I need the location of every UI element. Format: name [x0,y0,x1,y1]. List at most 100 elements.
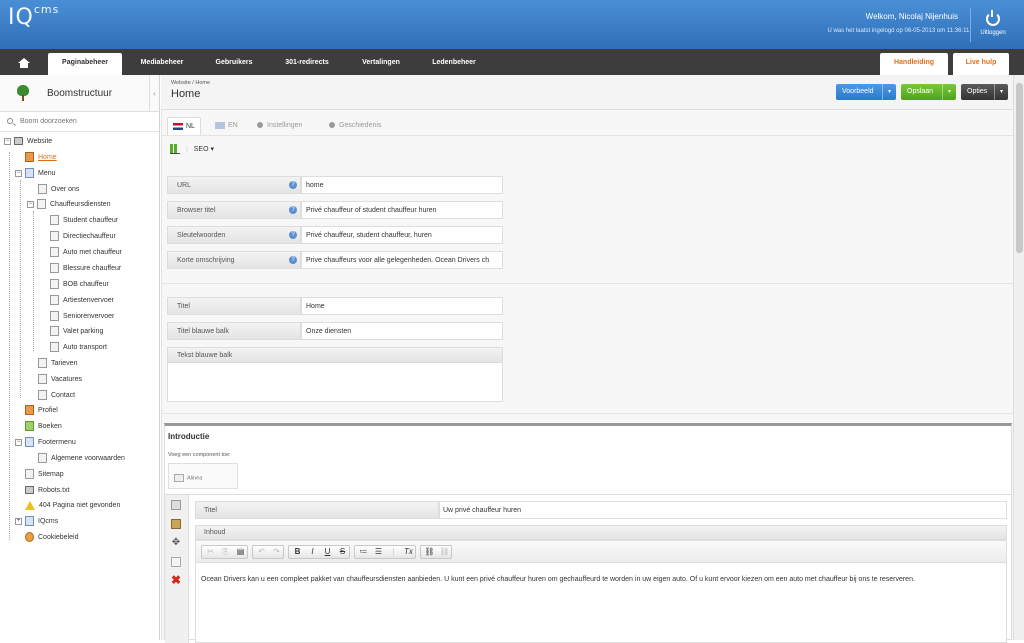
undo-icon[interactable]: ↶ [254,546,269,558]
help-icon[interactable]: ? [289,206,297,214]
move-icon[interactable]: ✥ [171,538,181,548]
tree-node-algemene-voorwaarden[interactable]: Algemene voorwaarden [38,452,125,466]
tree-node-cookiebeleid[interactable]: Cookiebeleid [25,531,78,545]
tree-node-robots[interactable]: Robots.txt [25,484,70,498]
tab-paginabeheer[interactable]: Paginabeheer [48,53,122,75]
tree-node-seniorenvervoer[interactable]: Seniorenvervoer [50,310,114,324]
logo-main: IQ [8,5,34,30]
component-type-icon[interactable] [171,500,181,510]
tab-handleiding[interactable]: Handleiding [880,53,948,75]
copy-icon[interactable] [171,557,181,567]
tree-node-valet-parking[interactable]: Valet parking [50,325,103,339]
tree-search-input[interactable] [20,115,150,128]
home-tab[interactable] [0,49,48,75]
tree-node-vacatures[interactable]: Vacatures [38,373,82,387]
help-icon[interactable]: ? [289,256,297,264]
strikethrough-icon[interactable]: S [335,546,350,558]
numbered-list-icon[interactable]: ≔ [356,546,371,558]
tree-node-bob-chauffeur[interactable]: BOB chauffeur [50,278,109,292]
tree-node-student-chauffeur[interactable]: Student chauffeur [50,214,118,228]
tree-node-auto-met-chauffeur[interactable]: Auto met chauffeur [50,246,122,260]
page-icon [50,215,59,226]
url-input[interactable]: home [301,176,503,194]
logout-button[interactable]: Uitloggen [978,10,1008,42]
tree-node-directiechauffeur[interactable]: Directiechauffeur [50,230,116,244]
collapse-icon[interactable]: − [15,438,22,446]
preview-button[interactable]: Voorbeeld ▾ [836,84,896,100]
tree-node-home[interactable]: Home [25,151,57,165]
delete-icon[interactable]: ✖ [171,574,181,586]
tab-en[interactable]: EN [215,117,238,135]
tree-title: Boomstructuur [47,88,113,99]
tree-node-artiestenvervoer[interactable]: Artiestenvervoer [50,294,114,308]
link-icon[interactable]: ⛓ [422,546,437,558]
tab-mediabeheer[interactable]: Mediabeheer [126,49,198,75]
tree-node-contact[interactable]: Contact [38,389,75,403]
tab-gebruikers[interactable]: Gebruikers [200,49,268,75]
chevron-down-icon[interactable]: ▾ [942,84,956,100]
tree-node-profiel[interactable]: Profiel [25,404,58,418]
cut-icon[interactable]: ✂ [203,546,218,558]
component-titel-input[interactable]: Uw privé chauffeur huren [439,501,1007,519]
expand-icon[interactable]: + [15,517,22,525]
italic-icon[interactable]: I [305,546,320,558]
chevron-down-icon[interactable]: ▾ [994,84,1008,100]
page-scrollbar[interactable] [1013,75,1024,640]
tekst-blauwe-balk-textarea[interactable] [167,363,503,402]
sleutelwoorden-input[interactable]: Privé chauffeur, student chauffeur, hure… [301,226,503,244]
breadcrumb: Website / Home [171,80,211,86]
tree-node-sitemap[interactable]: Sitemap [25,468,64,482]
paste-icon[interactable]: ▤ [233,546,248,558]
redo-icon[interactable]: ↷ [269,546,284,558]
save-button[interactable]: Opslaan ▾ [901,84,956,100]
tree-node-menu[interactable]: − Menu [15,167,56,181]
help-icon[interactable]: ? [289,181,297,189]
tree-node-boeken[interactable]: Boeken [25,420,62,434]
tab-instellingen[interactable]: Instellingen [257,117,302,135]
tree-node-tarieven[interactable]: Tarieven [38,357,77,371]
collapse-icon[interactable]: − [4,137,11,145]
iqcms-logo[interactable]: IQcms [8,3,59,30]
tree-node-website[interactable]: − Website [4,135,52,149]
tab-vertalingen[interactable]: Vertalingen [346,49,416,75]
tekst-blauwe-balk-label: Tekst blauwe balk [167,347,503,363]
collapse-icon[interactable]: − [27,200,34,208]
tree-node-footermenu[interactable]: − Footermenu [15,436,76,450]
copy-icon[interactable]: ⎘ [218,546,233,558]
tree-node-iqcms[interactable]: + IQcms [15,515,58,529]
remove-format-icon[interactable]: Tx [401,546,416,558]
edit-icon[interactable] [171,519,181,529]
tree-icon [16,85,30,101]
unlink-icon[interactable]: ⛓ [437,546,452,558]
collapse-icon[interactable]: − [15,169,22,177]
tab-live-hulp[interactable]: Live hulp [953,53,1009,75]
alinea-component[interactable]: Alinea [174,474,202,482]
korte-omschrijving-input[interactable]: Prive chauffeurs voor alle gelegenheden.… [301,251,503,269]
tab-geschiedenis[interactable]: Geschiedenis [329,117,381,135]
titel-input[interactable]: Home [301,297,503,315]
introductie-section: Introductie Voeg een component toe: Alin… [164,423,1012,643]
seo-toolbar: | SEO ▾ [170,143,214,157]
tree-node-over-ons[interactable]: Over ons [38,183,79,197]
collapse-sidebar-button[interactable]: ‹ [149,75,159,112]
scrollbar-thumb[interactable] [1016,83,1023,253]
tab-nl[interactable]: NL [167,117,201,135]
field-label: Titel [195,501,439,519]
chart-icon[interactable] [170,144,180,155]
bulleted-list-icon[interactable]: ☰ [371,546,386,558]
tree-node-chauffeursdiensten[interactable]: − Chauffeursdiensten [27,198,111,212]
tree-node-blessure-chauffeur[interactable]: Blessure chauffeur [50,262,121,276]
bold-icon[interactable]: B [290,546,305,558]
tab-301-redirects[interactable]: 301-redirects [270,49,344,75]
tree-node-404[interactable]: 404 Pagina niet gevonden [25,499,120,513]
editor-body[interactable]: Ocean Drivers kan u een compleet pakket … [201,574,991,586]
browser-titel-input[interactable]: Privé chauffeur of student chauffeur hur… [301,201,503,219]
titel-blauwe-balk-input[interactable]: Onze diensten [301,322,503,340]
tree-node-auto-transport[interactable]: Auto transport [50,341,107,355]
chevron-down-icon[interactable]: ▾ [882,84,896,100]
help-icon[interactable]: ? [289,231,297,239]
seo-dropdown[interactable]: SEO ▾ [194,146,214,153]
underline-icon[interactable]: U [320,546,335,558]
options-button[interactable]: Opties ▾ [961,84,1008,100]
tab-ledenbeheer[interactable]: Ledenbeheer [418,49,490,75]
